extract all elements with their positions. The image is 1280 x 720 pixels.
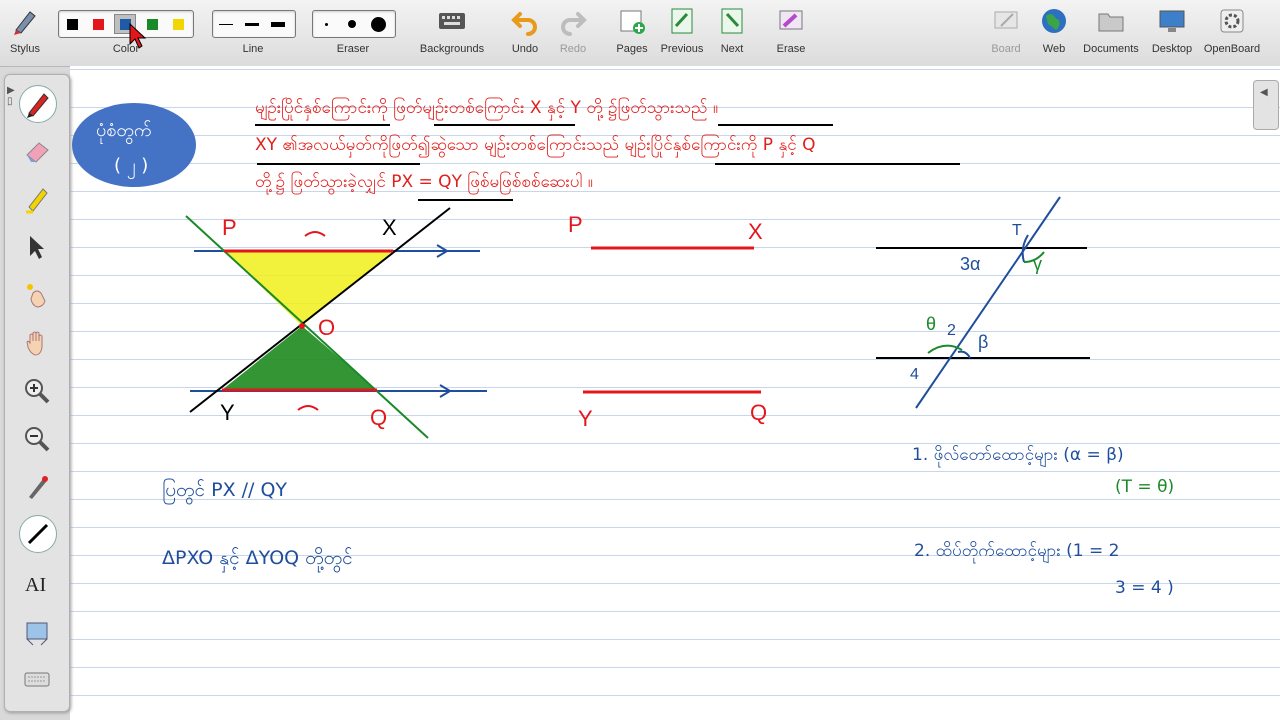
triangle-yoq-fill — [222, 326, 377, 390]
fig2-label-p: P — [568, 212, 583, 237]
note-triangles: ΔPXO နှင့် ΔYOQ တို့တွင် — [162, 547, 353, 569]
figure-3-diagram — [876, 196, 1090, 409]
fig3-label-alpha: 3α — [960, 254, 981, 274]
fig2-label-y: Y — [578, 406, 593, 431]
badge-number: ( ၂ ) — [114, 155, 149, 176]
fig2-label-x: X — [748, 219, 763, 244]
fig1-label-y: Y — [220, 400, 235, 425]
note-1-second: (T = θ) — [1115, 477, 1175, 497]
note-px-parallel-qy: ပြတွင် PX // QY — [162, 479, 288, 501]
fig1-label-q: Q — [370, 405, 388, 430]
fig3-label-2: 2 — [947, 322, 956, 339]
fig3-label-beta: β — [978, 332, 989, 352]
fig3-label-gamma: γ — [1033, 254, 1042, 274]
fig3-label-t: T — [1012, 222, 1022, 239]
note-2-vertical-angles: 2. ထိပ်တိုက်ထောင့်များ (1 = 2 — [914, 541, 1120, 561]
problem-line-1: မျဉ်းပြိုင်နှစ်ကြောင်းကို ဖြတ်မျဉ်းတစ်ကြ… — [255, 98, 718, 118]
fig3-label-theta: θ — [926, 314, 937, 334]
problem-line-3: တို့၌ ဖြတ်သွားခဲ့လျှင် PX = QY ဖြစ်မဖြစ်… — [255, 172, 593, 192]
fig1-label-x: X — [382, 215, 397, 240]
fig3-label-4: 4 — [910, 366, 919, 383]
point-o — [299, 323, 305, 329]
note-1-alternate-angles: 1. ဖိုလ်တော်ထောင့်များ (α = β) — [912, 445, 1124, 465]
problem-line-2: XY ၏အလယ်မှတ်ကိုဖြတ်၍ဆွဲသော မျဉ်းတစ်ကြောင… — [255, 135, 816, 155]
equal-mark-bottom — [297, 405, 319, 411]
equal-mark-top — [304, 231, 326, 237]
fig1-label-p: P — [222, 215, 237, 240]
fig2-label-q: Q — [750, 400, 768, 425]
fig1-label-o: O — [318, 315, 336, 340]
figure-2-segments — [583, 246, 761, 394]
badge-title: ပုံစံတွက် — [96, 120, 152, 141]
triangle-pxo-fill — [224, 251, 393, 326]
note-2-second: 3 = 4 ) — [1115, 578, 1174, 598]
